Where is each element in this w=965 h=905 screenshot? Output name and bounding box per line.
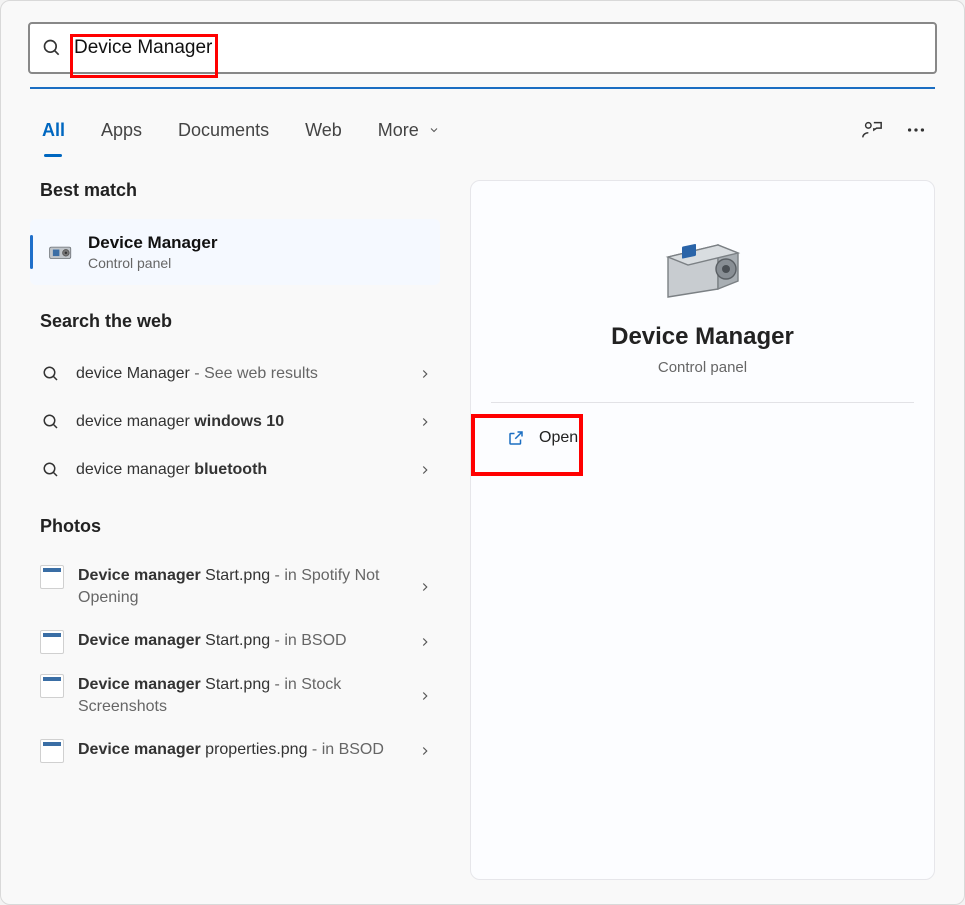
tab-more[interactable]: More xyxy=(378,118,440,143)
search-bar[interactable] xyxy=(28,22,937,74)
preview-pane: Device Manager Control panel Open xyxy=(470,180,935,880)
chevron-right-icon xyxy=(418,689,436,703)
tab-more-label: More xyxy=(378,120,419,140)
image-thumbnail-icon xyxy=(40,565,64,589)
chevron-down-icon xyxy=(428,124,440,136)
web-result-0[interactable]: device Manager - See web results xyxy=(30,350,440,398)
chevron-right-icon xyxy=(418,415,436,429)
chevron-right-icon xyxy=(418,744,436,758)
search-icon xyxy=(40,461,62,479)
more-options-icon[interactable] xyxy=(899,113,933,147)
image-thumbnail-icon xyxy=(40,739,64,763)
chat-icon[interactable] xyxy=(855,113,889,147)
device-manager-large-icon xyxy=(471,231,934,301)
filter-tabs: All Apps Documents Web More xyxy=(42,110,933,150)
search-icon xyxy=(42,38,62,58)
photo-result-3[interactable]: Device manager properties.png - in BSOD xyxy=(30,729,440,773)
photo-result-2[interactable]: Device manager Start.png - in Stock Scre… xyxy=(30,664,440,729)
web-result-text: device manager windows 10 xyxy=(76,413,418,431)
search-icon xyxy=(40,365,62,383)
best-match-title: Device Manager xyxy=(88,233,217,253)
chevron-right-icon xyxy=(418,635,436,649)
tab-documents[interactable]: Documents xyxy=(178,118,269,143)
section-photos: Photos xyxy=(40,516,440,537)
web-result-1[interactable]: device manager windows 10 xyxy=(30,398,440,446)
chevron-right-icon xyxy=(418,367,436,381)
results-column: Best match Device Manager Control panel … xyxy=(30,180,440,880)
web-result-text: device manager bluetooth xyxy=(76,461,418,479)
search-input[interactable] xyxy=(74,37,923,59)
device-manager-icon xyxy=(48,239,74,265)
section-search-web: Search the web xyxy=(40,311,440,332)
chevron-right-icon xyxy=(418,580,436,594)
tab-all[interactable]: All xyxy=(42,118,65,143)
search-window: All Apps Documents Web More Best match xyxy=(0,0,965,905)
web-result-text: device Manager - See web results xyxy=(76,365,418,383)
divider xyxy=(491,402,914,403)
image-thumbnail-icon xyxy=(40,674,64,698)
search-icon xyxy=(40,413,62,431)
photo-result-text: Device manager Start.png - in BSOD xyxy=(78,630,418,652)
tab-apps[interactable]: Apps xyxy=(101,118,142,143)
searchbar-underline xyxy=(30,87,935,89)
photo-result-text: Device manager properties.png - in BSOD xyxy=(78,739,418,761)
photo-result-1[interactable]: Device manager Start.png - in BSOD xyxy=(30,620,440,664)
photo-result-0[interactable]: Device manager Start.png - in Spotify No… xyxy=(30,555,440,620)
tab-web[interactable]: Web xyxy=(305,118,342,143)
chevron-right-icon xyxy=(418,463,436,477)
preview-title: Device Manager xyxy=(471,323,934,351)
section-best-match: Best match xyxy=(40,180,440,201)
image-thumbnail-icon xyxy=(40,630,64,654)
open-external-icon xyxy=(507,429,525,447)
web-result-2[interactable]: device manager bluetooth xyxy=(30,446,440,494)
preview-subtitle: Control panel xyxy=(471,359,934,376)
photo-result-text: Device manager Start.png - in Spotify No… xyxy=(78,565,418,610)
photo-result-text: Device manager Start.png - in Stock Scre… xyxy=(78,674,418,719)
best-match-subtitle: Control panel xyxy=(88,255,217,271)
best-match-result[interactable]: Device Manager Control panel xyxy=(30,219,440,285)
open-button[interactable]: Open xyxy=(495,421,590,455)
open-label: Open xyxy=(539,429,578,447)
